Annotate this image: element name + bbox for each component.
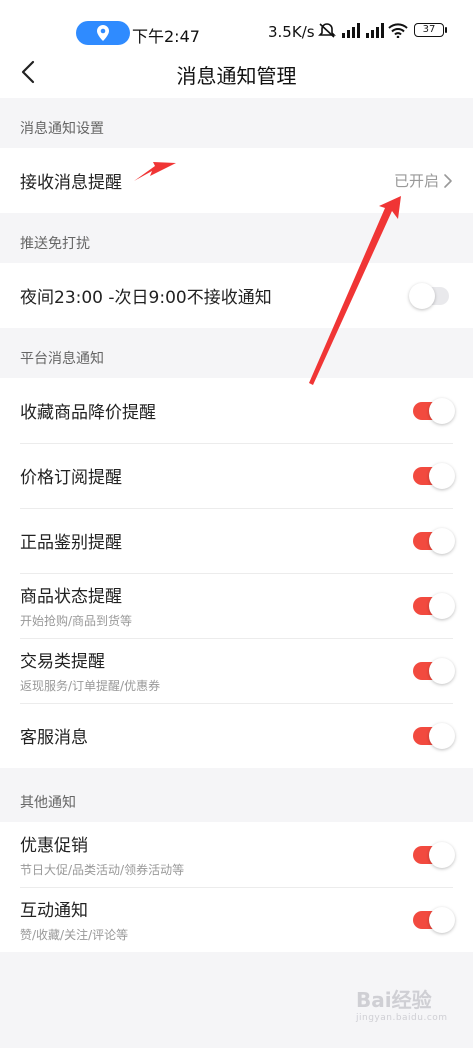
status-icons: 37 xyxy=(318,22,447,38)
row-subtitle: 返现服务/订单提醒/优惠券 xyxy=(20,679,161,693)
platform-row-authenticity: 正品鉴别提醒 xyxy=(0,508,473,573)
signal-icon xyxy=(342,23,360,38)
mute-icon xyxy=(318,23,336,38)
section-header-dnd: 推送免打扰 xyxy=(20,236,90,252)
authenticity-toggle[interactable] xyxy=(413,527,455,554)
section-header-notify-settings: 消息通知设置 xyxy=(20,121,104,137)
row-title: 客服消息 xyxy=(20,728,88,748)
transaction-toggle[interactable] xyxy=(413,657,455,684)
other-row-promotions: 优惠促销 节日大促/品类活动/领券活动等 xyxy=(0,822,473,887)
row-title: 优惠促销 xyxy=(20,836,88,856)
row-title: 商品状态提醒 xyxy=(20,587,122,607)
night-dnd-toggle[interactable] xyxy=(409,282,449,309)
location-pin-icon xyxy=(97,25,109,41)
location-indicator xyxy=(76,21,130,45)
row-title: 正品鉴别提醒 xyxy=(20,533,122,553)
chevron-right-icon xyxy=(444,173,452,188)
page-title: 消息通知管理 xyxy=(176,64,297,88)
network-speed: 3.5K/s xyxy=(268,23,315,41)
interaction-toggle[interactable] xyxy=(413,906,455,933)
promotions-toggle[interactable] xyxy=(413,841,455,868)
platform-row-product-status: 商品状态提醒 开始抢购/商品到货等 xyxy=(0,573,473,638)
platform-row-price-drop: 收藏商品降价提醒 xyxy=(0,378,473,443)
row-title: 价格订阅提醒 xyxy=(20,468,122,488)
wifi-icon xyxy=(388,23,408,38)
night-dnd-label: 夜间23:00 -次日9:00不接收通知 xyxy=(20,288,272,308)
status-time: 下午2:47 xyxy=(132,27,200,46)
battery-icon: 37 xyxy=(414,23,447,37)
section-header-platform: 平台消息通知 xyxy=(20,351,104,367)
price-subscribe-toggle[interactable] xyxy=(413,462,455,489)
receive-notifications-row[interactable]: 接收消息提醒 已开启 xyxy=(0,148,473,213)
card-platform: 收藏商品降价提醒 价格订阅提醒 正品鉴别提醒 商品状态提醒 开始抢购/商品到货等… xyxy=(0,378,473,768)
night-dnd-row: 夜间23:00 -次日9:00不接收通知 xyxy=(0,263,473,328)
row-title: 互动通知 xyxy=(20,901,88,921)
card-dnd: 夜间23:00 -次日9:00不接收通知 xyxy=(0,263,473,328)
card-notify-settings: 接收消息提醒 已开启 xyxy=(0,148,473,213)
price-drop-toggle[interactable] xyxy=(413,397,455,424)
nav-bar: 消息通知管理 xyxy=(0,46,473,98)
watermark-text: Bai经验 xyxy=(356,988,432,1012)
platform-row-customer-service: 客服消息 xyxy=(0,703,473,768)
watermark-sub: jingyan.baidu.com xyxy=(356,1013,448,1023)
status-bar: 下午2:47 3.5K/s 37 xyxy=(0,0,473,46)
receive-notifications-value: 已开启 xyxy=(393,172,439,190)
receive-notifications-label: 接收消息提醒 xyxy=(20,173,122,193)
signal-icon-2 xyxy=(366,23,384,38)
platform-row-transaction: 交易类提醒 返现服务/订单提醒/优惠券 xyxy=(0,638,473,703)
row-subtitle: 开始抢购/商品到货等 xyxy=(20,614,133,628)
platform-row-price-subscribe: 价格订阅提醒 xyxy=(0,443,473,508)
row-title: 收藏商品降价提醒 xyxy=(20,403,156,423)
row-subtitle: 赞/收藏/关注/评论等 xyxy=(20,928,129,942)
row-title: 交易类提醒 xyxy=(20,652,105,672)
watermark: Bai经验 jingyan.baidu.com xyxy=(356,990,466,1032)
row-subtitle: 节日大促/品类活动/领券活动等 xyxy=(20,863,185,877)
other-row-interaction: 互动通知 赞/收藏/关注/评论等 xyxy=(0,887,473,952)
customer-service-toggle[interactable] xyxy=(413,722,455,749)
product-status-toggle[interactable] xyxy=(413,592,455,619)
card-other: 优惠促销 节日大促/品类活动/领券活动等 互动通知 赞/收藏/关注/评论等 xyxy=(0,822,473,952)
section-header-other: 其他通知 xyxy=(20,795,76,811)
